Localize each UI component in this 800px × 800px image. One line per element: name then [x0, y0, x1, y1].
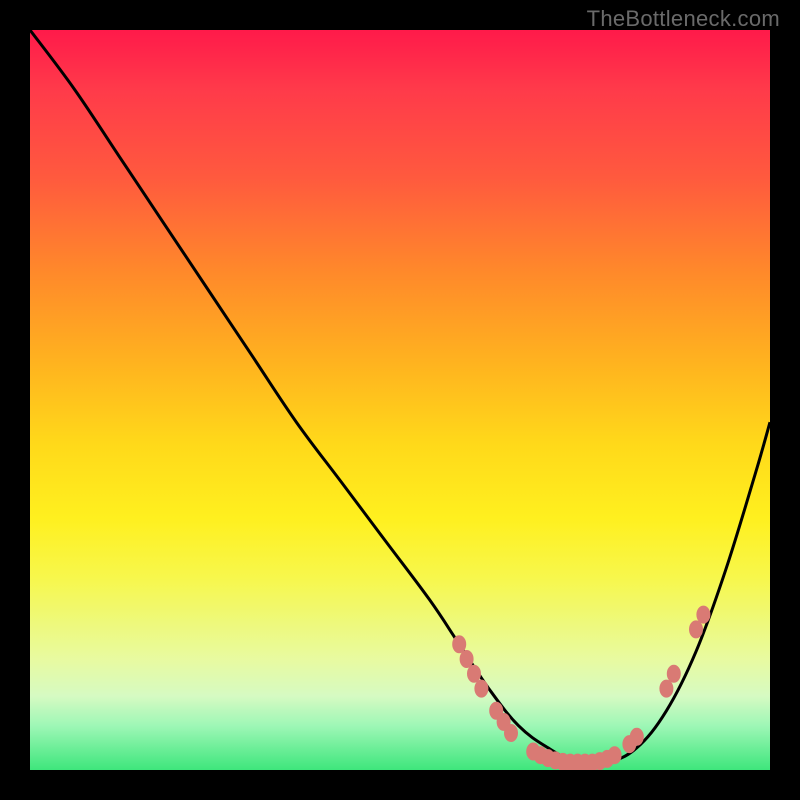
curve-marker [474, 680, 488, 698]
curve-markers [452, 606, 710, 770]
bottleneck-curve-line [30, 30, 770, 765]
curve-marker [467, 665, 481, 683]
curve-marker [460, 650, 474, 668]
curve-marker [504, 724, 518, 742]
curve-marker [452, 635, 466, 653]
chart-svg [30, 30, 770, 770]
curve-marker [696, 606, 710, 624]
curve-marker [608, 746, 622, 764]
curve-marker [667, 665, 681, 683]
curve-marker [659, 680, 673, 698]
curve-marker [689, 620, 703, 638]
curve-marker [630, 728, 644, 746]
plot-area [30, 30, 770, 770]
watermark-text: TheBottleneck.com [587, 6, 780, 32]
